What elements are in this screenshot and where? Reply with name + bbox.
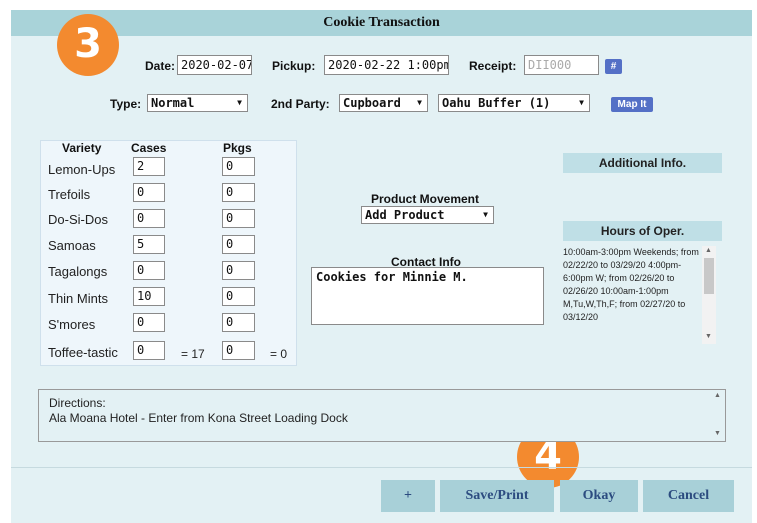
chevron-down-icon: ▼	[417, 98, 422, 107]
receipt-label: Receipt:	[469, 59, 517, 73]
product-movement-value: Add Product	[365, 208, 445, 222]
chevron-down-icon: ▼	[579, 98, 584, 107]
second-party-label: 2nd Party:	[271, 97, 330, 111]
scroll-down-icon[interactable]: ▼	[705, 333, 712, 340]
hours-of-operation-text: 10:00am-3:00pm Weekends; from 02/22/20 t…	[563, 247, 699, 322]
location-value: Oahu Buffer (1)	[442, 96, 551, 110]
variety-name: Toffee-tastic	[48, 345, 118, 360]
variety-name: S'mores	[48, 317, 96, 332]
additional-info-header: Additional Info.	[563, 153, 722, 173]
map-it-button[interactable]: Map It	[611, 97, 653, 112]
okay-button[interactable]: Okay	[560, 480, 638, 512]
receipt-hash-button[interactable]: #	[605, 59, 622, 74]
directions-label: Directions:	[49, 396, 106, 410]
chevron-down-icon: ▼	[237, 98, 242, 107]
variety-name: Trefoils	[48, 187, 91, 202]
pkgs-total: = 0	[270, 347, 288, 361]
pkgs-input[interactable]: 0	[222, 183, 255, 202]
footer-divider	[11, 467, 752, 468]
product-movement-select[interactable]: Add Product ▼	[361, 206, 494, 224]
type-label: Type:	[110, 97, 142, 111]
add-button[interactable]: +	[381, 480, 435, 512]
contact-info-textarea[interactable]: Cookies for Minnie M.	[311, 267, 544, 325]
window-title: Cookie Transaction	[11, 10, 752, 36]
cases-input[interactable]: 5	[133, 235, 165, 254]
pkgs-input[interactable]: 0	[222, 261, 255, 280]
scroll-up-icon[interactable]: ▲	[714, 392, 721, 399]
type-value: Normal	[151, 96, 195, 110]
step-3-callout: 3	[57, 14, 119, 76]
variety-name: Thin Mints	[48, 291, 108, 306]
location-select[interactable]: Oahu Buffer (1) ▼	[438, 94, 590, 112]
cases-input[interactable]: 0	[133, 341, 165, 360]
pkgs-header: Pkgs	[223, 141, 252, 155]
pickup-field[interactable]: 2020-02-22 1:00pm	[324, 55, 449, 75]
cases-input[interactable]: 0	[133, 261, 165, 280]
cases-total: = 17	[181, 347, 205, 361]
scrollbar-thumb[interactable]	[704, 258, 714, 294]
pkgs-input[interactable]: 0	[222, 287, 255, 306]
variety-name: Do-Si-Dos	[48, 212, 108, 227]
variety-header: Variety	[62, 141, 102, 155]
variety-name: Tagalongs	[48, 264, 108, 279]
chevron-down-icon: ▼	[483, 210, 488, 219]
cases-input[interactable]: 0	[133, 313, 165, 332]
pkgs-input[interactable]: 0	[222, 157, 255, 176]
pickup-label: Pickup:	[272, 59, 316, 73]
cases-input[interactable]: 10	[133, 287, 165, 306]
type-select[interactable]: Normal ▼	[147, 94, 248, 112]
date-field[interactable]: 2020-02-07	[177, 55, 252, 75]
product-movement-label: Product Movement	[371, 192, 480, 206]
second-party-value: Cupboard	[343, 96, 401, 110]
scroll-down-icon[interactable]: ▼	[714, 430, 721, 437]
variety-name: Lemon-Ups	[48, 162, 116, 177]
pkgs-input[interactable]: 0	[222, 209, 255, 228]
cases-header: Cases	[131, 141, 167, 155]
hours-of-operation-header: Hours of Oper.	[563, 221, 722, 241]
cases-input[interactable]: 2	[133, 157, 165, 176]
receipt-field[interactable]: DII000	[524, 55, 599, 75]
pkgs-input[interactable]: 0	[222, 235, 255, 254]
save-print-button[interactable]: Save/Print	[440, 480, 554, 512]
scroll-up-icon[interactable]: ▲	[705, 247, 712, 254]
second-party-select[interactable]: Cupboard ▼	[339, 94, 428, 112]
directions-scrollbar[interactable]: ▲ ▼	[711, 390, 725, 441]
pkgs-input[interactable]: 0	[222, 313, 255, 332]
cancel-button[interactable]: Cancel	[643, 480, 734, 512]
hours-scrollbar[interactable]: ▲ ▼	[702, 246, 716, 344]
cases-input[interactable]: 0	[133, 209, 165, 228]
directions-text: Ala Moana Hotel - Enter from Kona Street…	[49, 411, 348, 425]
cases-input[interactable]: 0	[133, 183, 165, 202]
date-label: Date:	[145, 59, 176, 73]
variety-name: Samoas	[48, 238, 96, 253]
pkgs-input[interactable]: 0	[222, 341, 255, 360]
directions-box: Directions: Ala Moana Hotel - Enter from…	[38, 389, 726, 442]
